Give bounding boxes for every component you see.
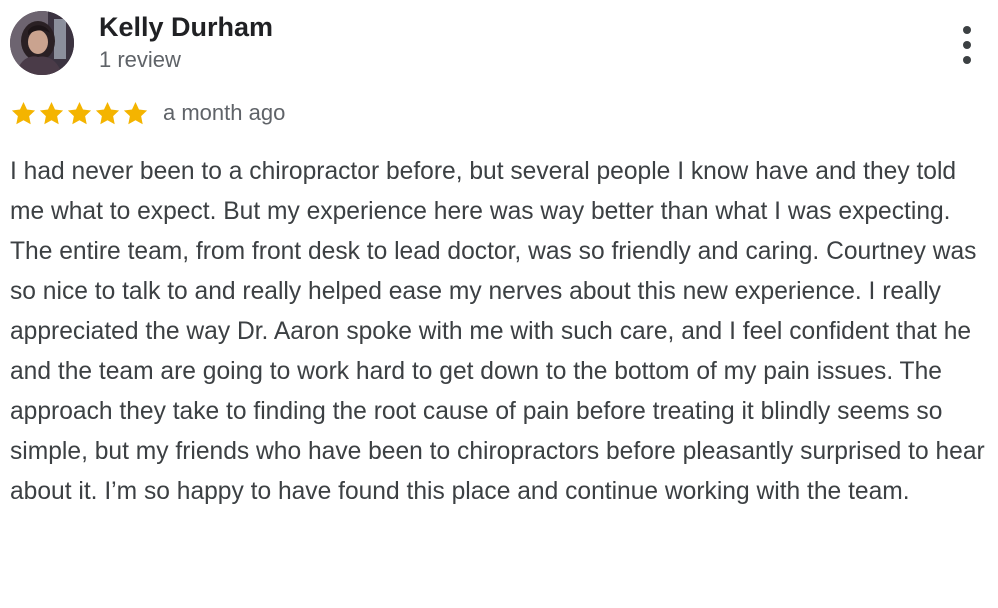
more-options-button[interactable] xyxy=(952,24,982,66)
review-date: a month ago xyxy=(163,100,286,125)
star-icon xyxy=(67,101,92,124)
review-text: I had never been to a chiropractor befor… xyxy=(10,158,985,505)
more-vert-icon-dot xyxy=(963,56,971,64)
more-vert-icon-dot xyxy=(963,41,971,49)
rating-row: a month ago xyxy=(10,97,285,129)
star-icon xyxy=(39,101,64,124)
star-icon xyxy=(95,101,120,124)
star-icon xyxy=(11,101,36,124)
reviewer-name[interactable]: Kelly Durham xyxy=(99,11,273,43)
avatar[interactable] xyxy=(10,11,74,75)
review-count: 1 review xyxy=(99,47,181,72)
review-card: Kelly Durham 1 review a month ago I had … xyxy=(0,0,998,608)
more-vert-icon xyxy=(963,26,971,34)
avatar-image xyxy=(10,11,74,75)
star-icon xyxy=(123,101,148,124)
star-rating xyxy=(10,100,149,127)
